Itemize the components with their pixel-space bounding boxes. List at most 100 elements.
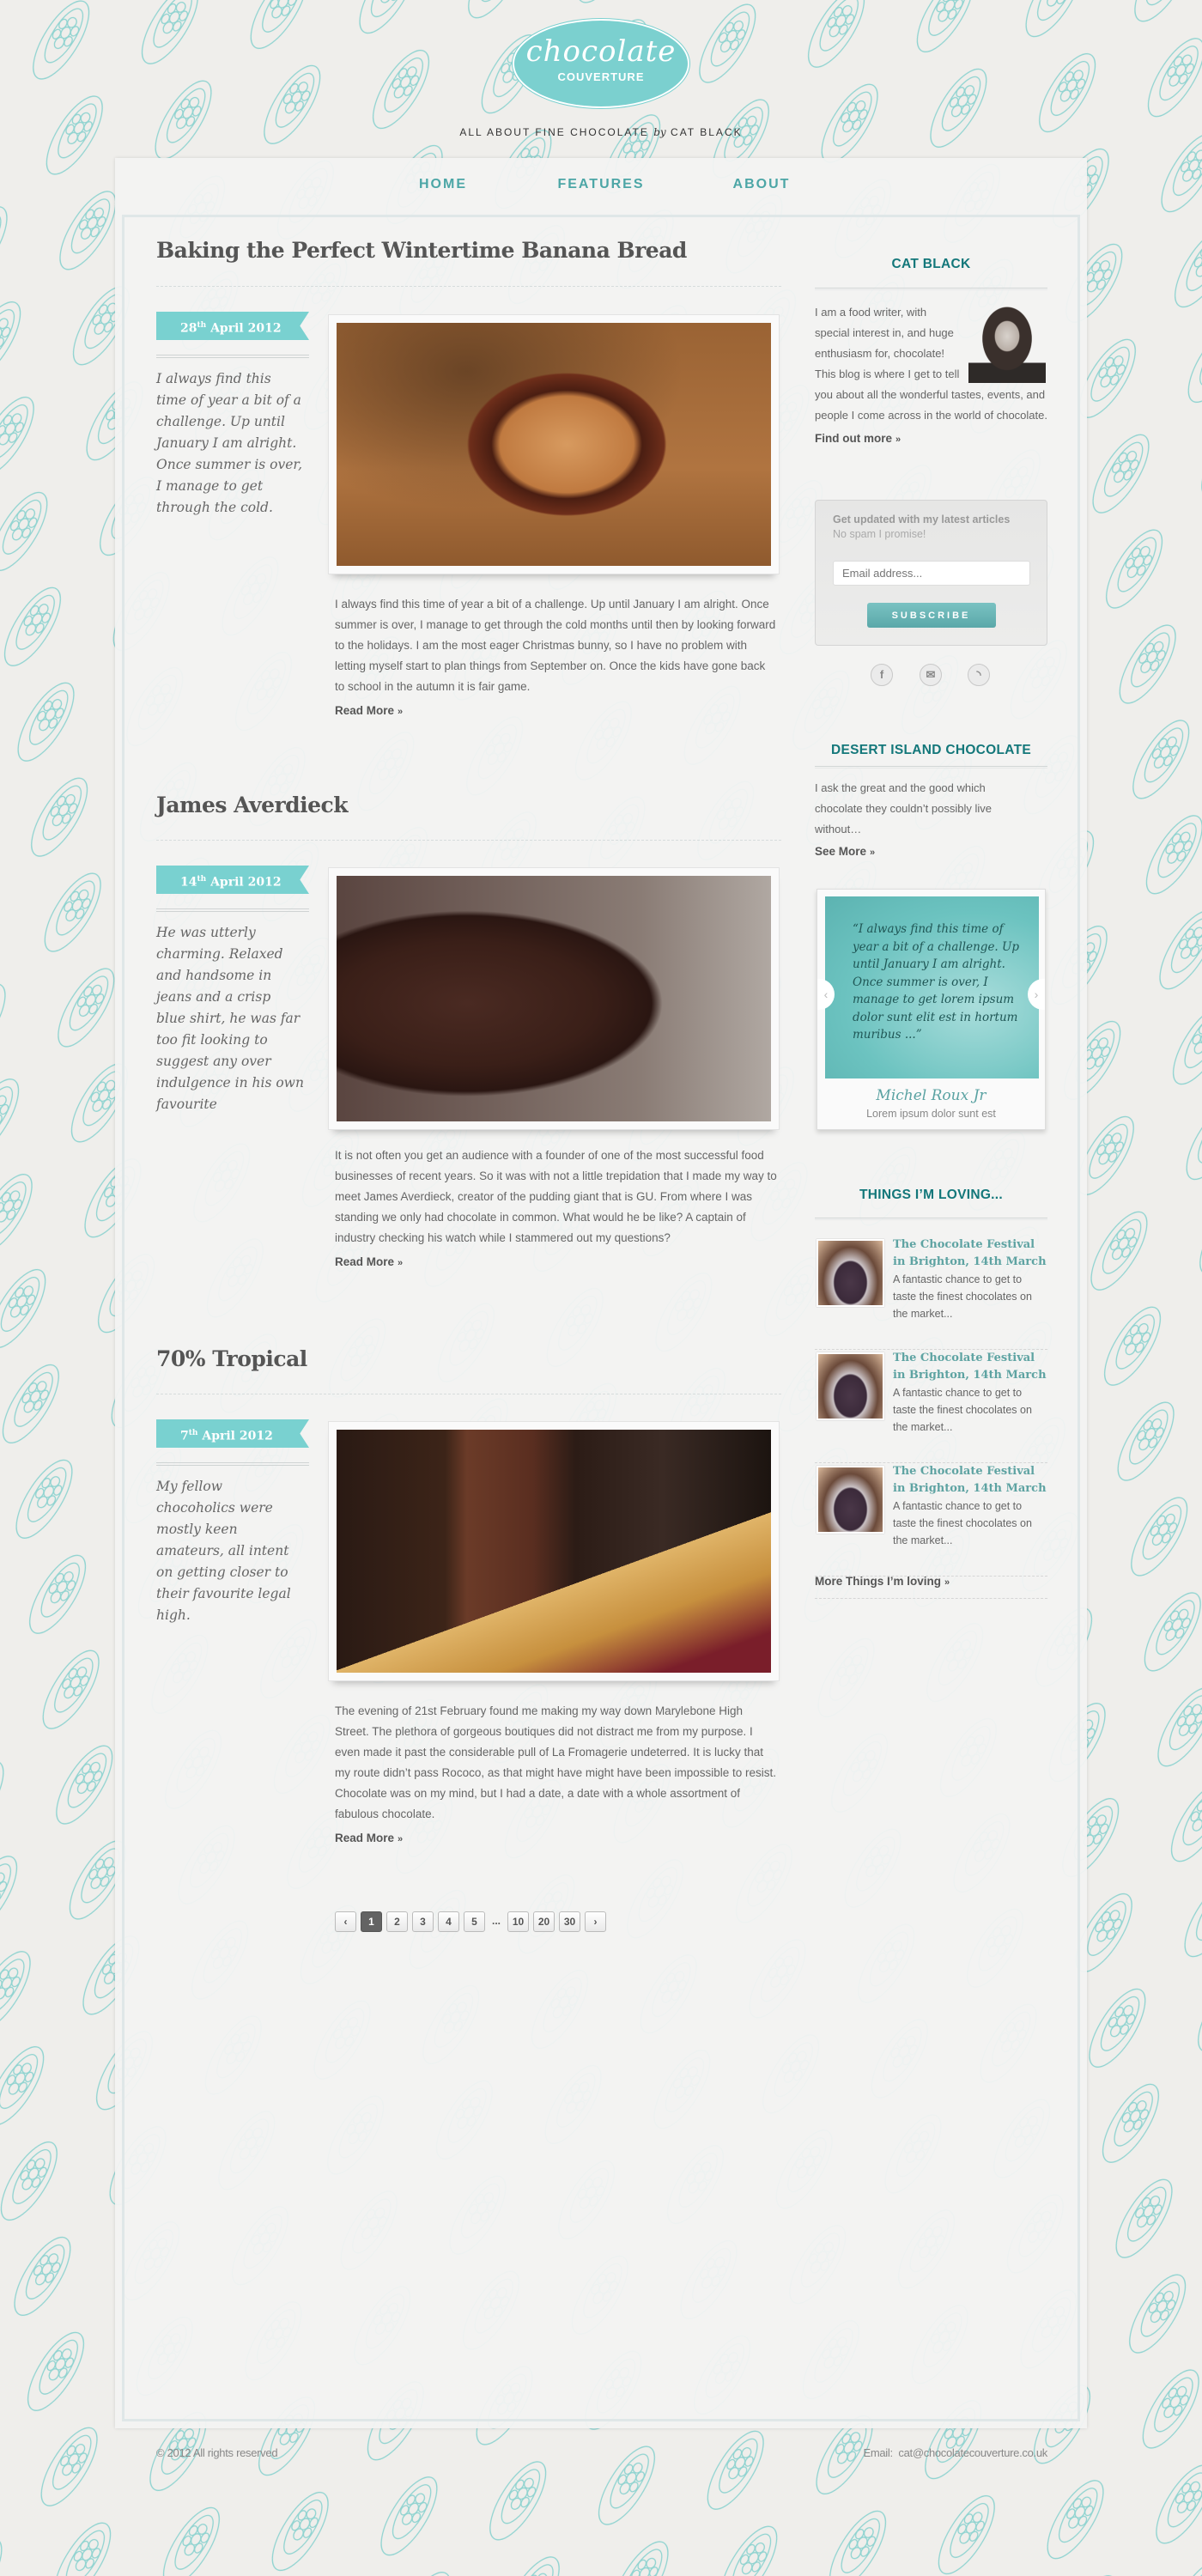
item-title[interactable]: The Chocolate Festival in Brighton, 14th… — [893, 1463, 1047, 1498]
desert-island-widget: I ask the great and the good which choco… — [815, 778, 1047, 858]
page-10-button[interactable]: 10 — [507, 1911, 529, 1932]
post-image[interactable] — [328, 314, 780, 574]
copyright: © 2012 All rights reserved — [156, 2446, 278, 2459]
chevron-right-icon: » — [944, 1577, 950, 1588]
next-page-button[interactable]: › — [585, 1911, 606, 1932]
item-title[interactable]: The Chocolate Festival in Brighton, 14th… — [893, 1350, 1047, 1384]
post-body-text: I always find this time of year a bit of… — [335, 598, 776, 693]
loving-item[interactable]: The Chocolate Festival in Brighton, 14th… — [815, 1236, 1047, 1350]
chevron-right-icon: » — [398, 707, 404, 717]
page-4-button[interactable]: 4 — [438, 1911, 459, 1932]
page-2-button[interactable]: 2 — [386, 1911, 408, 1932]
facebook-icon[interactable]: f — [871, 664, 893, 686]
divider — [815, 288, 1047, 290]
site-tagline: ALL ABOUT FINE CHOCOLATE by CAT BLACK — [0, 126, 1202, 138]
post-body: It is not often you get an audience with… — [335, 1145, 777, 1273]
read-more-label: Read More — [335, 704, 395, 717]
loving-heading: THINGS I’M LOVING... — [859, 1188, 1004, 1202]
post-image[interactable] — [328, 1421, 780, 1681]
logo-subtitle: COUVERTURE — [557, 70, 645, 83]
see-more-label: See More — [815, 845, 867, 858]
date-ribbon: 14th April 2012 — [156, 866, 309, 894]
date-day: 7 — [180, 1429, 189, 1443]
chocolate-market-photo — [337, 1430, 771, 1673]
item-thumbnail — [817, 1352, 884, 1420]
divider — [156, 286, 781, 287]
page-30-button[interactable]: 30 — [559, 1911, 580, 1932]
page-5-button[interactable]: 5 — [464, 1911, 485, 1932]
find-out-more-label: Find out more — [815, 432, 892, 445]
subscribe-box: Get updated with my latest articles No s… — [815, 500, 1047, 646]
post-title[interactable]: James Averdieck — [156, 793, 349, 817]
pagination: ‹ 1 2 3 4 5 ... 10 20 30 › — [335, 1911, 606, 1932]
loving-item[interactable]: The Chocolate Festival in Brighton, 14th… — [815, 1350, 1047, 1463]
read-more-label: Read More — [335, 1255, 395, 1268]
item-description: A fantastic chance to get to taste the f… — [893, 1387, 1032, 1433]
post-body-text: It is not often you get an audience with… — [335, 1149, 777, 1244]
post-title[interactable]: 70% Tropical — [156, 1346, 307, 1371]
quote-author-subtitle: Lorem ipsum dolor sunt est — [866, 1108, 996, 1120]
read-more-link[interactable]: Read More» — [335, 1828, 777, 1850]
see-more-link[interactable]: See More» — [815, 845, 1047, 858]
more-loving-link[interactable]: More Things I’m loving» — [815, 1575, 1047, 1599]
date-month-year: April 2012 — [202, 1429, 273, 1443]
item-thumbnail — [817, 1466, 884, 1534]
email-link[interactable]: cat@chocolatecouverture.co.uk — [898, 2446, 1047, 2459]
date-month-year: April 2012 — [210, 875, 282, 890]
chevron-right-icon: » — [870, 848, 876, 858]
find-out-more-link[interactable]: Find out more» — [815, 432, 1047, 445]
post-excerpt: My fellow chocoholics were mostly keen a… — [156, 1479, 291, 1623]
post-image[interactable] — [328, 867, 780, 1130]
desert-island-heading: DESERT ISLAND CHOCOLATE — [830, 743, 1032, 757]
email-input[interactable] — [833, 561, 1030, 586]
more-loving-label: More Things I’m loving — [815, 1575, 942, 1588]
chocolate-cookie-photo — [337, 876, 771, 1121]
page-1-button[interactable]: 1 — [361, 1911, 382, 1932]
quote-slider: “I always find this time of year a bit o… — [817, 889, 1046, 1130]
item-description: A fantastic chance to get to taste the f… — [893, 1500, 1032, 1546]
footer-email: Email: cat@chocolatecouverture.co.uk — [863, 2446, 1047, 2459]
quote-author: Michel Roux Jr — [876, 1087, 986, 1104]
item-title[interactable]: The Chocolate Festival in Brighton, 14th… — [893, 1236, 1047, 1271]
about-heading: CAT BLACK — [891, 257, 971, 271]
read-more-link[interactable]: Read More» — [335, 1252, 777, 1273]
chevron-right-icon: » — [398, 1834, 404, 1844]
tagline-text: ALL ABOUT FINE CHOCOLATE — [459, 126, 649, 138]
tagline-author: CAT BLACK — [671, 126, 743, 138]
tagline-by: by — [653, 126, 666, 138]
chevron-right-icon: » — [398, 1258, 404, 1268]
nav-home[interactable]: HOME — [419, 177, 467, 192]
loving-item[interactable]: The Chocolate Festival in Brighton, 14th… — [815, 1463, 1047, 1577]
author-photo — [968, 302, 1046, 383]
divider — [156, 1462, 309, 1466]
read-more-link[interactable]: Read More» — [335, 701, 777, 722]
post-title[interactable]: Baking the Perfect Wintertime Banana Bre… — [156, 238, 687, 263]
divider — [815, 1218, 1047, 1220]
desert-island-text: I ask the great and the good which choco… — [815, 781, 992, 835]
chevron-right-icon: » — [895, 434, 902, 445]
date-day: 28 — [180, 321, 197, 336]
nav-features[interactable]: FEATURES — [557, 177, 644, 192]
page-20-button[interactable]: 20 — [533, 1911, 555, 1932]
nav-about[interactable]: ABOUT — [733, 177, 791, 192]
prev-page-button[interactable]: ‹ — [335, 1911, 356, 1932]
post-excerpt: He was utterly charming. Relaxed and han… — [156, 925, 304, 1112]
item-description: A fantastic chance to get to taste the f… — [893, 1273, 1032, 1320]
banana-bread-photo — [337, 323, 771, 566]
subscribe-title: Get updated with my latest articles — [833, 513, 1011, 526]
mail-icon[interactable]: ✉ — [920, 664, 942, 686]
subscribe-button[interactable]: SUBSCRIBE — [866, 603, 996, 628]
divider — [815, 766, 1047, 769]
email-label: Email: — [863, 2446, 893, 2459]
read-more-label: Read More — [335, 1832, 395, 1844]
post-body: The evening of 21st February found me ma… — [335, 1701, 777, 1850]
about-widget: I am a food writer, with special interes… — [815, 302, 1047, 445]
item-thumbnail — [817, 1239, 884, 1307]
divider — [156, 840, 781, 841]
rss-icon[interactable]: ◝ — [968, 664, 990, 686]
post-excerpt: I always find this time of year a bit of… — [156, 371, 303, 515]
site-logo[interactable]: chocolate COUVERTURE — [513, 19, 689, 108]
date-suffix: th — [197, 875, 207, 884]
page-3-button[interactable]: 3 — [412, 1911, 434, 1932]
date-ribbon: 28th April 2012 — [156, 312, 309, 340]
